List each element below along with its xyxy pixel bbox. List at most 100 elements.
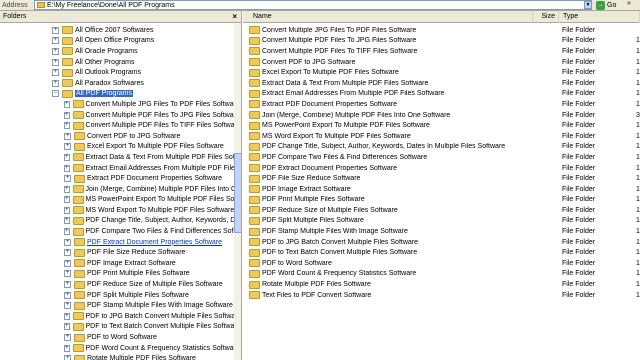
tree-item[interactable]: + All Oracle Programs [0, 46, 234, 57]
toolbar-more-button[interactable]: » [620, 0, 638, 10]
expand-icon[interactable]: + [64, 334, 71, 342]
expand-icon[interactable]: + [52, 79, 59, 87]
tree-item[interactable]: + All Paradox Softwares [0, 78, 234, 89]
file-row[interactable]: MS PowerPoint Export To Multiple PDF Fil… [249, 120, 640, 131]
file-row[interactable]: PDF Extract Document Properties Software… [249, 163, 640, 174]
expand-icon[interactable]: + [64, 238, 71, 246]
expand-icon[interactable]: + [64, 281, 71, 289]
expand-icon[interactable]: + [64, 122, 70, 130]
tree-item[interactable]: + All Outlook Programs [0, 67, 234, 78]
expand-icon[interactable]: + [64, 323, 70, 331]
tree-item[interactable]: + Excel Export To Multiple PDF Files Soft… [0, 142, 234, 153]
tree-item[interactable]: + MS PowerPoint Export To Multiple PDF Fi… [0, 195, 241, 206]
collapse-icon[interactable]: − [52, 90, 59, 98]
tree-item[interactable]: + PDF Print Multiple Files Software [0, 269, 234, 280]
expand-icon[interactable]: + [64, 249, 71, 257]
tree-item[interactable]: + Join (Merge, Combine) Multiple PDF File… [0, 184, 241, 195]
close-icon[interactable]: × [232, 12, 237, 21]
tree-item[interactable]: + PDF to Word Software [0, 332, 234, 343]
tree-item[interactable]: + Extract Data & Text From Multiple PDF F… [0, 152, 241, 163]
file-row[interactable]: Join (Merge, Combine) Multiple PDF Files… [249, 110, 640, 121]
expand-icon[interactable]: + [64, 100, 70, 108]
tree-item[interactable]: + Extract Email Addresses From Multiple P… [0, 163, 241, 174]
tree-item[interactable]: + PDF File Size Reduce Software [0, 247, 234, 258]
tree-item[interactable]: + Extract PDF Document Properties Softwar… [0, 173, 234, 184]
tree-item[interactable]: + PDF Extract Document Properties Softwar… [0, 237, 234, 248]
expand-icon[interactable]: + [64, 312, 70, 320]
tree-item[interactable]: + PDF Stamp Multiple Files With Image Sof… [0, 300, 234, 311]
file-row[interactable]: PDF to Text Batch Convert Multiple Files… [249, 247, 640, 258]
file-row[interactable]: Convert Multiple PDF Files To TIFF Files… [249, 46, 640, 57]
expand-icon[interactable]: + [52, 37, 59, 45]
expand-icon[interactable]: + [64, 259, 71, 267]
tree-item[interactable]: + PDF Reduce Size of Multiple Files Softw… [0, 279, 234, 290]
expand-icon[interactable]: + [64, 153, 70, 161]
tree-item[interactable]: + All Open Office Programs [0, 36, 234, 47]
tree-item[interactable]: + All Office 2007 Softwares [0, 25, 234, 36]
expand-icon[interactable]: + [64, 111, 70, 119]
file-row[interactable]: PDF Reduce Size of Multiple Files Softwa… [249, 205, 640, 216]
file-row[interactable]: Text Files to PDF Convert Software File F… [249, 290, 640, 301]
file-row[interactable]: Convert Multiple JPG Files To PDF Files … [249, 25, 640, 36]
tree-item[interactable]: + Convert Multiple PDF Files To JPG Files… [0, 110, 240, 121]
expand-icon[interactable]: + [52, 69, 59, 77]
tree-item[interactable]: + PDF Change Title, Subject, Author, Keyw… [0, 216, 241, 227]
tree-item[interactable]: + PDF Image Extract Software [0, 258, 234, 269]
tree-item[interactable]: + PDF to JPG Batch Convert Multiple Files… [0, 311, 241, 322]
address-field[interactable]: E:\My Freelance\Done\All PDF Programs [34, 0, 592, 10]
file-row[interactable]: PDF Compare Two Files & Find Differences… [249, 152, 640, 163]
file-row[interactable]: PDF Stamp Multiple Files With Image Soft… [249, 226, 640, 237]
column-name-header[interactable]: Name [249, 11, 533, 23]
expand-icon[interactable]: + [64, 185, 70, 193]
expand-icon[interactable]: + [64, 143, 71, 151]
expand-icon[interactable]: + [64, 217, 70, 225]
expand-icon[interactable]: + [64, 132, 71, 140]
file-row[interactable]: PDF to Word Software File Folder 1 [249, 258, 640, 269]
file-row[interactable]: Rotate Multiple PDF Files Software File F… [249, 279, 640, 290]
file-row[interactable]: PDF Word Count & Frequency Statistics So… [249, 269, 640, 280]
expand-icon[interactable]: + [64, 302, 71, 310]
tree-item[interactable]: + Convert Multiple PDF Files To TIFF File… [0, 120, 241, 131]
tree-item[interactable]: + PDF Split Multiple Files Software [0, 290, 234, 301]
tree-item[interactable]: + Convert Multiple JPG Files To PDF Files… [0, 99, 240, 110]
file-row[interactable]: PDF to JPG Batch Convert Multiple Files … [249, 237, 640, 248]
expand-icon[interactable]: + [64, 270, 71, 278]
go-button[interactable]: → Go [596, 0, 616, 10]
expand-icon[interactable]: + [52, 58, 59, 66]
file-row[interactable]: PDF Print Multiple Files Software File Fo… [249, 195, 640, 206]
expand-icon[interactable]: + [64, 344, 70, 352]
file-row[interactable]: PDF Change Title, Subject, Author, Keywo… [249, 142, 640, 153]
file-row[interactable]: Extract Email Addresses From Multiple PD… [249, 89, 640, 100]
expand-icon[interactable]: + [52, 47, 59, 55]
expand-icon[interactable]: + [52, 26, 59, 34]
tree-item[interactable]: + PDF Compare Two Files & Find Difference… [0, 226, 241, 237]
file-row[interactable]: PDF Split Multiple Files Software File Fo… [249, 216, 640, 227]
expand-icon[interactable]: + [64, 291, 71, 299]
file-row[interactable]: Convert PDF to JPG Software File Folder 1 [249, 57, 640, 68]
file-row[interactable]: PDF File Size Reduce Software File Folder… [249, 173, 640, 184]
expand-icon[interactable]: + [64, 175, 71, 183]
tree-item[interactable]: + MS Word Export To Multiple PDF Files So… [0, 205, 234, 216]
file-row[interactable]: Extract PDF Document Properties Software… [249, 99, 640, 110]
tree-item[interactable]: + Rotate Multiple PDF Files Software [0, 353, 234, 360]
expand-icon[interactable]: + [64, 196, 70, 204]
expand-icon[interactable]: + [64, 164, 70, 172]
expand-icon[interactable]: + [64, 355, 71, 360]
chevron-down-icon[interactable]: ▼ [584, 1, 592, 9]
expand-icon[interactable]: + [64, 206, 70, 214]
tree-scrollbar[interactable] [234, 23, 241, 360]
expand-icon[interactable]: + [64, 228, 70, 236]
column-type-header[interactable]: Type [559, 11, 640, 23]
file-row[interactable]: PDF Image Extract Software File Folder 1 [249, 184, 640, 195]
tree-item[interactable]: + PDF Word Count & Frequency Statistics S… [0, 343, 240, 354]
column-size-header[interactable]: Size [533, 11, 559, 23]
scrollbar-thumb[interactable] [234, 153, 241, 233]
file-row[interactable]: Convert Multiple PDF Files To JPG Files … [249, 36, 640, 47]
tree-item[interactable]: + PDF to Text Batch Convert Multiple File… [0, 322, 241, 333]
file-row[interactable]: Extract Data & Text From Multiple PDF Fi… [249, 78, 640, 89]
file-row[interactable]: Excel Export To Multiple PDF Files Softw… [249, 67, 640, 78]
tree-item[interactable]: + All Other Programs [0, 57, 234, 68]
tree-item[interactable]: + Convert PDF to JPG Software [0, 131, 234, 142]
file-row[interactable]: MS Word Export To Multiple PDF Files Sof… [249, 131, 640, 142]
tree-item[interactable]: − All PDF Programs [0, 89, 234, 100]
